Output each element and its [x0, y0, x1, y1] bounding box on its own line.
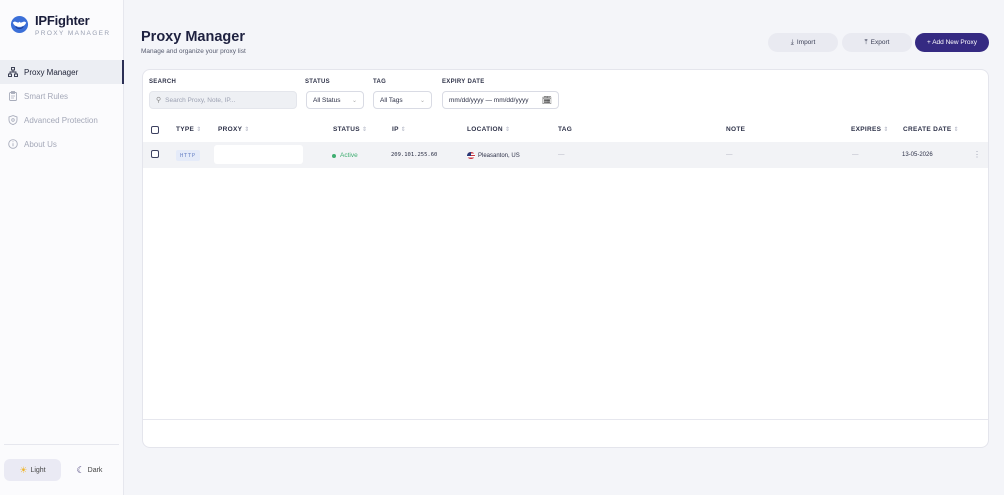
sidebar-item-label: Proxy Manager [24, 67, 79, 77]
upload-icon: ⤒ [864, 38, 868, 46]
location-text: Pleasanton, US [478, 152, 520, 159]
sort-icon: ⇕ [361, 127, 368, 133]
select-all-checkbox[interactable] [151, 126, 159, 134]
column-proxy[interactable]: PROXY ⇕ [218, 126, 250, 133]
add-new-proxy-button[interactable]: + Add New Proxy [915, 33, 989, 52]
theme-toggle: ☀ Light ☾ Dark [4, 459, 118, 481]
location-cell: Pleasanton, US [467, 152, 520, 159]
status-cell: Active [332, 152, 358, 159]
page-title: Proxy Manager [141, 29, 245, 45]
proxy-cell[interactable] [214, 145, 303, 164]
info-icon [7, 138, 19, 150]
column-status[interactable]: STATUS ⇕ [333, 126, 367, 133]
chevron-down-icon: ⌄ [351, 97, 357, 104]
expires-cell: — [852, 151, 859, 158]
column-create-date-label: CREATE DATE [903, 126, 952, 133]
table-footer-divider [143, 419, 988, 420]
app-name: IPFighter [35, 13, 90, 28]
column-status-label: STATUS [333, 126, 360, 133]
column-expires-label: EXPIRES [851, 126, 882, 133]
tag-cell: — [558, 151, 565, 158]
sidebar-item-smart-rules[interactable]: Smart Rules [0, 84, 124, 108]
export-label: Export [870, 39, 890, 46]
note-cell: — [726, 151, 733, 158]
expiry-date-label: EXPIRY DATE [442, 79, 485, 85]
search-icon: ⚲ [156, 97, 162, 104]
column-type[interactable]: TYPE ⇕ [176, 126, 202, 133]
shield-icon [7, 114, 19, 126]
create-date-cell: 13-05-2026 [902, 152, 933, 158]
logo-icon [10, 15, 29, 34]
column-expires[interactable]: EXPIRES ⇕ [851, 126, 889, 133]
calendar-icon: 🗓 [541, 95, 552, 105]
column-note: NOTE [726, 126, 746, 133]
search-placeholder: Search Proxy, Note, IP... [165, 96, 236, 104]
proxy-list-card: SEARCH ⚲ Search Proxy, Note, IP... STATU… [142, 69, 989, 448]
sidebar: IPFighter PROXY MANAGER Proxy Manager Sm… [0, 0, 124, 495]
status-text: Active [340, 152, 358, 159]
column-ip-label: IP [392, 126, 399, 133]
clipboard-icon [7, 90, 19, 102]
column-location-label: LOCATION [467, 126, 503, 133]
tag-filter-select[interactable]: All Tags ⌄ [373, 91, 432, 109]
table-header: TYPE ⇕ PROXY ⇕ STATUS ⇕ IP ⇕ LOCATION ⇕ … [143, 120, 988, 141]
sort-icon: ⇕ [244, 127, 250, 133]
sidebar-item-label: Advanced Protection [24, 115, 98, 125]
sidebar-item-label: About Us [24, 139, 57, 149]
dark-theme-button[interactable]: ☾ Dark [61, 459, 118, 481]
sort-icon: ⇕ [400, 127, 407, 133]
import-button[interactable]: ⤓ Import [768, 33, 838, 52]
sort-icon: ⇕ [196, 127, 202, 133]
sidebar-item-proxy-manager[interactable]: Proxy Manager [0, 60, 124, 84]
expiry-date-value: mm/dd/yyyy — mm/dd/yyyy [449, 96, 529, 104]
column-proxy-label: PROXY [218, 126, 243, 133]
tag-filter-value: All Tags [380, 96, 403, 104]
moon-icon: ☾ [76, 464, 85, 475]
expiry-date-input[interactable]: mm/dd/yyyy — mm/dd/yyyy 🗓 [442, 91, 559, 109]
table-row[interactable]: HTTP Active 209.101.255.60 Pleasanton, U… [143, 142, 988, 168]
app-subtitle: PROXY MANAGER [35, 30, 111, 37]
status-filter-label: STATUS [305, 79, 330, 85]
status-filter-select[interactable]: All Status ⌄ [306, 91, 364, 109]
search-label: SEARCH [149, 79, 177, 85]
sidebar-item-label: Smart Rules [24, 91, 69, 101]
sidebar-item-about-us[interactable]: About Us [0, 132, 124, 156]
import-label: Import [796, 39, 816, 46]
sort-icon: ⇕ [504, 127, 511, 133]
row-checkbox[interactable] [151, 150, 159, 158]
export-button[interactable]: ⤒ Export [842, 33, 912, 52]
sidebar-nav: Proxy Manager Smart Rules Advanced Prote… [0, 60, 124, 156]
sidebar-item-advanced-protection[interactable]: Advanced Protection [0, 108, 124, 132]
download-icon: ⤓ [790, 38, 794, 46]
status-filter-value: All Status [313, 96, 341, 104]
app-logo[interactable]: IPFighter PROXY MANAGER [10, 14, 111, 37]
us-flag-icon [467, 152, 475, 159]
add-new-proxy-label: + Add New Proxy [926, 39, 978, 46]
ip-cell: 209.101.255.60 [391, 152, 438, 158]
sidebar-divider [4, 444, 119, 445]
page-subtitle: Manage and organize your proxy list [141, 48, 246, 55]
sitemap-icon [7, 66, 19, 78]
column-create-date[interactable]: CREATE DATE ⇕ [903, 126, 959, 133]
sort-icon: ⇕ [883, 127, 889, 133]
more-options-icon[interactable]: ⋮ [973, 150, 981, 159]
column-location[interactable]: LOCATION ⇕ [467, 126, 510, 133]
light-theme-label: Light [30, 466, 46, 474]
light-theme-button[interactable]: ☀ Light [4, 459, 61, 481]
type-badge: HTTP [176, 150, 200, 161]
dark-theme-label: Dark [87, 466, 103, 474]
search-input[interactable]: ⚲ Search Proxy, Note, IP... [149, 91, 297, 109]
chevron-down-icon: ⌄ [419, 97, 425, 104]
column-tag: TAG [558, 126, 573, 133]
sun-icon: ☀ [19, 464, 28, 475]
column-ip[interactable]: IP ⇕ [392, 126, 406, 133]
sort-icon: ⇕ [953, 127, 959, 133]
column-type-label: TYPE [176, 126, 195, 133]
status-dot [332, 153, 336, 158]
tag-filter-label: TAG [373, 79, 387, 85]
